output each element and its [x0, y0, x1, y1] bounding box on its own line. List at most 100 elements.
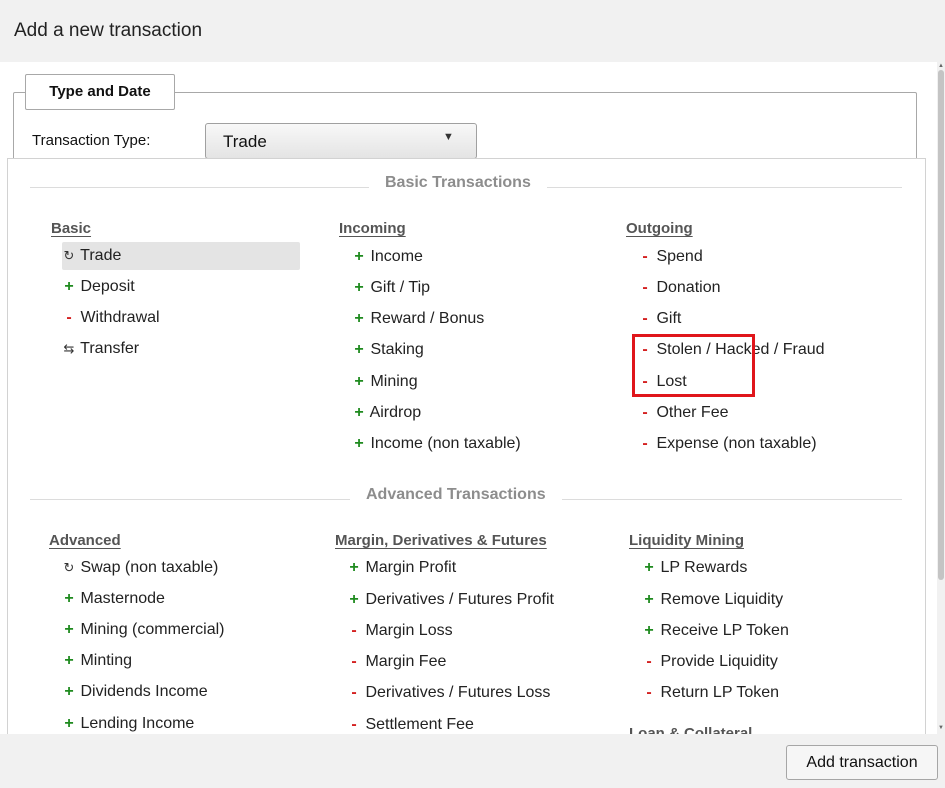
minus-icon: -	[642, 404, 648, 421]
option-label: Trade	[80, 247, 122, 264]
minus-icon: -	[646, 684, 652, 701]
option-label: Staking	[370, 341, 424, 358]
option-label: Remove Liquidity	[660, 591, 784, 608]
plus-icon: +	[354, 248, 364, 265]
minus-icon: -	[66, 309, 72, 326]
option-label: Provide Liquidity	[660, 653, 778, 670]
option-label: Gift / Tip	[370, 279, 431, 296]
option-label: Airdrop	[369, 404, 422, 421]
column-header-basic: Basic	[51, 220, 92, 237]
column-header-incoming: Incoming	[339, 220, 406, 237]
option-income-non-taxable[interactable]: + Income (non taxable)	[352, 430, 520, 458]
option-label: Masternode	[80, 590, 165, 607]
option-return-lp-token[interactable]: - Return LP Token	[642, 679, 779, 707]
option-expense-non-taxable[interactable]: - Expense (non taxable)	[638, 430, 816, 458]
cycle-icon: ↻	[63, 560, 75, 575]
option-label: Mining (commercial)	[80, 621, 225, 638]
option-label: Other Fee	[656, 404, 729, 421]
option-label: Receive LP Token	[660, 622, 789, 639]
transaction-type-value: Trade	[223, 132, 267, 151]
option-staking[interactable]: + Staking	[352, 336, 424, 364]
transaction-type-select[interactable]: Trade ▼	[205, 123, 477, 159]
option-label: Return LP Token	[660, 684, 780, 701]
cycle-icon: ↻	[63, 248, 75, 263]
minus-icon: -	[642, 435, 648, 452]
minus-icon: -	[351, 684, 357, 701]
option-donation[interactable]: - Donation	[638, 274, 721, 302]
option-trade[interactable]: ↻ Trade	[62, 242, 300, 270]
option-margin-fee[interactable]: - Margin Fee	[347, 648, 446, 676]
minus-icon: -	[351, 716, 357, 733]
add-transaction-button[interactable]: Add transaction	[786, 745, 938, 780]
minus-icon: -	[351, 622, 357, 639]
option-deposit[interactable]: + Deposit	[62, 273, 134, 301]
option-lp-rewards[interactable]: + LP Rewards	[642, 554, 747, 582]
option-receive-lp-token[interactable]: + Receive LP Token	[642, 617, 789, 645]
option-label: Settlement Fee	[365, 716, 474, 733]
transfer-icon: ⇆	[63, 341, 75, 356]
option-dividends-income[interactable]: + Dividends Income	[62, 678, 208, 706]
scrollbar-thumb[interactable]	[938, 70, 944, 580]
option-derivatives-futures-loss[interactable]: - Derivatives / Futures Loss	[347, 679, 550, 707]
option-other-fee[interactable]: - Other Fee	[638, 399, 728, 427]
vertical-scrollbar[interactable]: ▲ ▼	[937, 62, 945, 734]
plus-icon: +	[644, 559, 654, 576]
option-label: Lending Income	[80, 715, 195, 732]
option-label: Transfer	[80, 340, 140, 357]
plus-icon: +	[354, 310, 364, 327]
plus-icon: +	[644, 591, 654, 608]
option-income[interactable]: + Income	[352, 243, 423, 271]
option-withdrawal[interactable]: - Withdrawal	[62, 304, 160, 332]
plus-icon: +	[354, 373, 364, 390]
dialog-titlebar: Add a new transaction	[0, 0, 945, 62]
option-reward-bonus[interactable]: + Reward / Bonus	[352, 305, 484, 333]
option-label: Dividends Income	[80, 683, 208, 700]
option-label: Withdrawal	[80, 309, 160, 326]
option-transfer[interactable]: ⇆ Transfer	[62, 335, 140, 363]
dialog-title: Add a new transaction	[14, 20, 203, 41]
option-mining[interactable]: + Mining	[352, 368, 418, 396]
transaction-type-label: Transaction Type:	[32, 132, 151, 149]
minus-icon: -	[351, 653, 357, 670]
option-label: Margin Fee	[365, 653, 447, 670]
option-spend[interactable]: - Spend	[638, 243, 702, 271]
scroll-up-icon[interactable]: ▲	[937, 62, 945, 70]
option-swap-non-taxable[interactable]: ↻ Swap (non taxable)	[62, 554, 219, 582]
option-masternode[interactable]: + Masternode	[62, 585, 165, 613]
minus-icon: -	[642, 279, 648, 296]
option-minting[interactable]: + Minting	[62, 647, 132, 675]
option-airdrop[interactable]: + Airdrop	[352, 399, 421, 427]
column-header-advanced: Advanced	[49, 532, 121, 549]
option-label: Gift	[656, 310, 682, 327]
option-label: Reward / Bonus	[370, 310, 485, 327]
column-header-liquidity-mining: Liquidity Mining	[629, 532, 744, 549]
transaction-type-dropdown: Basic Transactions Basic ↻ Trade + Depos…	[7, 158, 926, 734]
minus-icon: -	[642, 310, 648, 327]
minus-icon: -	[646, 653, 652, 670]
scroll-down-icon[interactable]: ▼	[937, 724, 945, 732]
option-label: Margin Loss	[365, 622, 453, 639]
option-gift[interactable]: - Gift	[638, 305, 681, 333]
option-label: Mining	[370, 373, 418, 390]
option-gift-tip[interactable]: + Gift / Tip	[352, 274, 430, 302]
option-label: Derivatives / Futures Profit	[365, 591, 554, 608]
tab-type-and-date[interactable]: Type and Date	[25, 74, 175, 110]
option-margin-profit[interactable]: + Margin Profit	[347, 554, 456, 582]
option-remove-liquidity[interactable]: + Remove Liquidity	[642, 586, 783, 614]
plus-icon: +	[64, 715, 74, 732]
dialog-content: Type and Date Transaction Type: Trade ▼ …	[0, 62, 937, 734]
option-settlement-fee[interactable]: - Settlement Fee	[347, 711, 474, 734]
plus-icon: +	[349, 591, 359, 608]
plus-icon: +	[354, 404, 364, 421]
plus-icon: +	[644, 622, 654, 639]
option-lending-income[interactable]: + Lending Income	[62, 710, 194, 734]
option-mining-commercial[interactable]: + Mining (commercial)	[62, 616, 224, 644]
column-header-margin-derivatives-futures: Margin, Derivatives & Futures	[335, 532, 547, 549]
plus-icon: +	[64, 621, 74, 638]
option-label: Donation	[656, 279, 721, 296]
option-derivatives-futures-profit[interactable]: + Derivatives / Futures Profit	[347, 586, 554, 614]
plus-icon: +	[64, 652, 74, 669]
option-margin-loss[interactable]: - Margin Loss	[347, 617, 453, 645]
option-provide-liquidity[interactable]: - Provide Liquidity	[642, 648, 778, 676]
section-title-advanced: Advanced Transactions	[350, 486, 562, 504]
